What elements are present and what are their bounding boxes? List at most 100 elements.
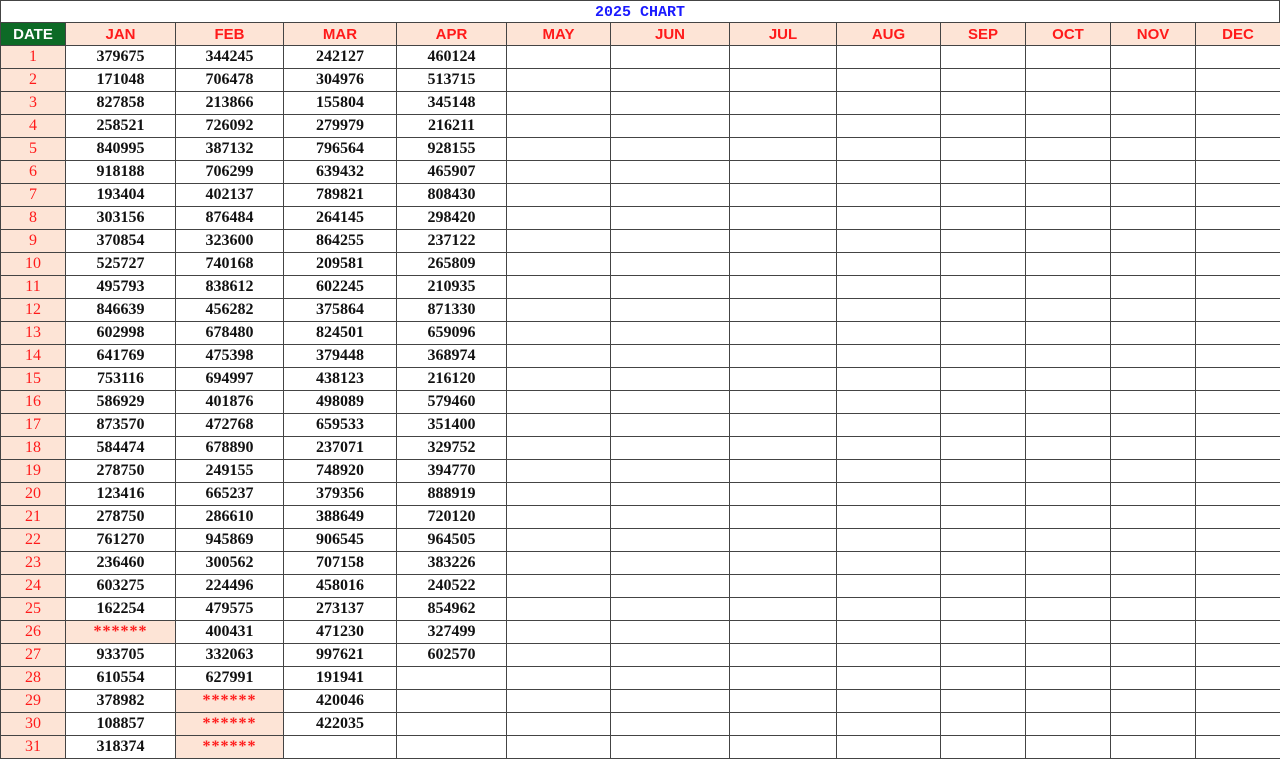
value-cell[interactable]	[1111, 115, 1196, 138]
value-cell[interactable]	[1026, 736, 1111, 759]
value-cell[interactable]: 264145	[284, 207, 397, 230]
value-cell[interactable]	[837, 736, 941, 759]
value-cell[interactable]	[611, 713, 730, 736]
value-cell[interactable]: 639432	[284, 161, 397, 184]
value-cell[interactable]	[730, 437, 837, 460]
value-cell[interactable]: 242127	[284, 46, 397, 69]
value-cell[interactable]	[730, 598, 837, 621]
value-cell[interactable]	[1111, 483, 1196, 506]
value-cell[interactable]	[1111, 391, 1196, 414]
date-cell[interactable]: 12	[1, 299, 66, 322]
value-cell[interactable]	[941, 460, 1026, 483]
value-cell[interactable]	[1111, 207, 1196, 230]
value-cell[interactable]	[1111, 713, 1196, 736]
value-cell[interactable]	[507, 253, 611, 276]
value-cell[interactable]	[730, 184, 837, 207]
value-cell[interactable]: 997621	[284, 644, 397, 667]
value-cell[interactable]: 236460	[66, 552, 176, 575]
value-cell[interactable]: 933705	[66, 644, 176, 667]
value-cell[interactable]	[1111, 230, 1196, 253]
value-cell[interactable]	[507, 69, 611, 92]
value-cell[interactable]: ******	[176, 736, 284, 759]
value-cell[interactable]	[507, 713, 611, 736]
column-header-may[interactable]: MAY	[507, 23, 611, 46]
value-cell[interactable]	[1111, 46, 1196, 69]
value-cell[interactable]: 479575	[176, 598, 284, 621]
value-cell[interactable]: 854962	[397, 598, 507, 621]
value-cell[interactable]	[1026, 276, 1111, 299]
value-cell[interactable]	[611, 161, 730, 184]
date-cell[interactable]: 16	[1, 391, 66, 414]
value-cell[interactable]	[941, 92, 1026, 115]
value-cell[interactable]	[837, 161, 941, 184]
value-cell[interactable]: 796564	[284, 138, 397, 161]
value-cell[interactable]	[837, 184, 941, 207]
value-cell[interactable]	[730, 299, 837, 322]
value-cell[interactable]	[1026, 552, 1111, 575]
value-cell[interactable]	[730, 460, 837, 483]
value-cell[interactable]: 402137	[176, 184, 284, 207]
value-cell[interactable]	[611, 138, 730, 161]
value-cell[interactable]	[941, 713, 1026, 736]
value-cell[interactable]	[730, 345, 837, 368]
value-cell[interactable]	[730, 46, 837, 69]
date-cell[interactable]: 17	[1, 414, 66, 437]
value-cell[interactable]	[1196, 207, 1280, 230]
value-cell[interactable]	[941, 529, 1026, 552]
value-cell[interactable]	[507, 46, 611, 69]
value-cell[interactable]	[611, 736, 730, 759]
value-cell[interactable]	[941, 621, 1026, 644]
value-cell[interactable]: 278750	[66, 460, 176, 483]
value-cell[interactable]	[1196, 644, 1280, 667]
value-cell[interactable]	[611, 184, 730, 207]
value-cell[interactable]	[730, 575, 837, 598]
value-cell[interactable]: 193404	[66, 184, 176, 207]
date-cell[interactable]: 2	[1, 69, 66, 92]
value-cell[interactable]	[611, 46, 730, 69]
value-cell[interactable]: 237122	[397, 230, 507, 253]
value-cell[interactable]: 627991	[176, 667, 284, 690]
value-cell[interactable]: 370854	[66, 230, 176, 253]
value-cell[interactable]	[611, 276, 730, 299]
value-cell[interactable]	[284, 736, 397, 759]
date-cell[interactable]: 21	[1, 506, 66, 529]
value-cell[interactable]	[730, 230, 837, 253]
value-cell[interactable]	[1196, 322, 1280, 345]
date-cell[interactable]: 15	[1, 368, 66, 391]
value-cell[interactable]: 123416	[66, 483, 176, 506]
value-cell[interactable]	[507, 575, 611, 598]
value-cell[interactable]	[611, 69, 730, 92]
value-cell[interactable]	[941, 345, 1026, 368]
column-header-apr[interactable]: APR	[397, 23, 507, 46]
value-cell[interactable]	[507, 690, 611, 713]
value-cell[interactable]	[1111, 345, 1196, 368]
value-cell[interactable]	[611, 230, 730, 253]
column-header-sep[interactable]: SEP	[941, 23, 1026, 46]
value-cell[interactable]	[1026, 299, 1111, 322]
value-cell[interactable]	[730, 92, 837, 115]
value-cell[interactable]	[611, 299, 730, 322]
value-cell[interactable]: 216211	[397, 115, 507, 138]
value-cell[interactable]: 387132	[176, 138, 284, 161]
value-cell[interactable]	[1196, 621, 1280, 644]
value-cell[interactable]	[1196, 483, 1280, 506]
value-cell[interactable]: 659096	[397, 322, 507, 345]
value-cell[interactable]: 888919	[397, 483, 507, 506]
value-cell[interactable]	[1196, 736, 1280, 759]
value-cell[interactable]	[507, 414, 611, 437]
value-cell[interactable]	[1196, 161, 1280, 184]
value-cell[interactable]	[837, 552, 941, 575]
value-cell[interactable]: 458016	[284, 575, 397, 598]
value-cell[interactable]	[837, 598, 941, 621]
value-cell[interactable]	[1026, 115, 1111, 138]
value-cell[interactable]: 584474	[66, 437, 176, 460]
value-cell[interactable]	[611, 506, 730, 529]
value-cell[interactable]: 838612	[176, 276, 284, 299]
value-cell[interactable]: 171048	[66, 69, 176, 92]
value-cell[interactable]	[611, 460, 730, 483]
value-cell[interactable]: 610554	[66, 667, 176, 690]
value-cell[interactable]: 748920	[284, 460, 397, 483]
value-cell[interactable]	[837, 276, 941, 299]
value-cell[interactable]: 498089	[284, 391, 397, 414]
value-cell[interactable]	[611, 253, 730, 276]
